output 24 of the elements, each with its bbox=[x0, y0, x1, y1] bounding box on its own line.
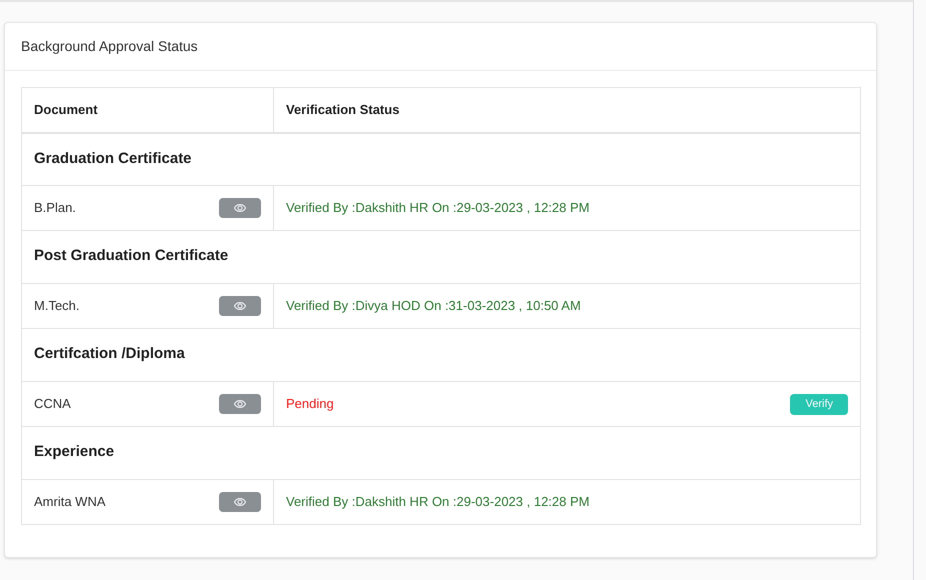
group-heading: Experience bbox=[34, 443, 114, 460]
eye-icon bbox=[234, 498, 246, 506]
verification-status: Pending bbox=[286, 395, 334, 414]
document-name: M.Tech. bbox=[34, 297, 80, 316]
view-button[interactable] bbox=[219, 394, 261, 414]
verification-status: Verified By :Dakshith HR On :29-03-2023 , 12:28 PM bbox=[286, 199, 590, 218]
group-heading: Post Graduation Certificate bbox=[34, 247, 228, 264]
verification-status: Verified By :Dakshith HR On :29-03-2023 , 12:28 PM bbox=[286, 493, 590, 512]
column-header: Document bbox=[34, 102, 98, 117]
document-name: Amrita WNA bbox=[34, 493, 106, 512]
card-title: Background Approval Status bbox=[21, 37, 198, 56]
eye-icon bbox=[234, 400, 246, 408]
group-heading: Graduation Certificate bbox=[34, 150, 192, 166]
document-name: B.Plan. bbox=[34, 199, 76, 218]
view-button[interactable] bbox=[219, 296, 261, 316]
view-button[interactable] bbox=[219, 492, 261, 512]
verification-status: Verified By :Divya HOD On :31-03-2023 , 10:50 AM bbox=[286, 297, 581, 316]
eye-icon bbox=[234, 204, 246, 212]
document-name: CCNA bbox=[34, 395, 71, 414]
view-button[interactable] bbox=[219, 198, 261, 218]
column-header: Verification Status bbox=[286, 102, 400, 117]
verify-button[interactable]: Verify bbox=[790, 394, 848, 414]
group-heading: Certifcation /Diploma bbox=[34, 345, 185, 362]
eye-icon bbox=[234, 302, 246, 310]
